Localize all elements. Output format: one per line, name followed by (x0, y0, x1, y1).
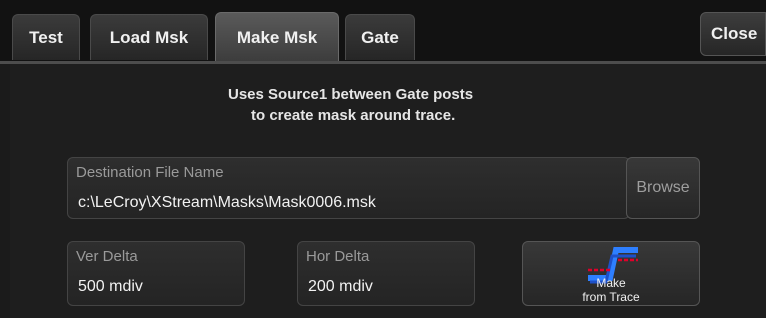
ver-delta-label: Ver Delta (76, 248, 138, 265)
destination-file-label: Destination File Name (76, 164, 224, 181)
tab-load-msk[interactable]: Load Msk (90, 14, 208, 60)
make-from-trace-button[interactable]: Make from Trace (522, 241, 700, 306)
tab-make-msk[interactable]: Make Msk (215, 12, 339, 62)
instructions-line-1: Uses Source1 between Gate posts (228, 86, 474, 103)
tab-bar: Test Load Msk Make Msk Gate Close (0, 0, 766, 62)
ver-delta-value: 500 mdiv (78, 278, 143, 295)
ver-delta-field[interactable]: Ver Delta 500 mdiv (67, 241, 245, 306)
hor-delta-value: 200 mdiv (308, 278, 373, 295)
browse-button[interactable]: Browse (626, 157, 700, 219)
make-from-trace-label: Make from Trace (523, 276, 699, 304)
hor-delta-field[interactable]: Hor Delta 200 mdiv (297, 241, 475, 306)
make-label-line-2: from Trace (582, 290, 640, 304)
destination-file-value: c:\LeCroy\XStream\Masks\Mask0006.msk (78, 194, 376, 211)
tab-gate[interactable]: Gate (345, 14, 415, 60)
instructions-line-2: to create mask around trace. (251, 107, 456, 124)
make-label-line-1: Make (596, 276, 626, 290)
destination-file-field[interactable]: Destination File Name c:\LeCroy\XStream\… (67, 157, 630, 219)
hor-delta-label: Hor Delta (306, 248, 370, 265)
close-button[interactable]: Close (700, 12, 766, 56)
tab-test[interactable]: Test (12, 14, 80, 60)
